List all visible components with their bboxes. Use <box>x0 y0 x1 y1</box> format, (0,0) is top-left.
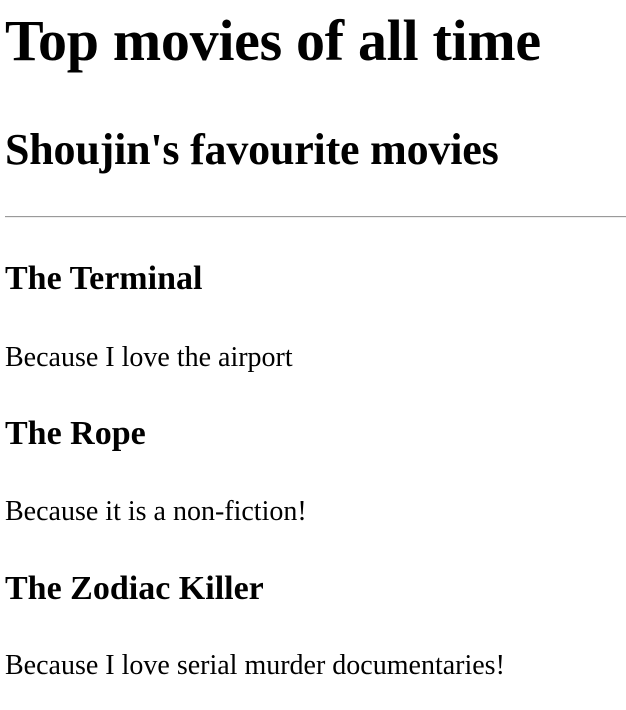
page-subtitle: Shoujin's favourite movies <box>5 125 499 174</box>
movie-reason: Because I love serial murder documentari… <box>5 650 505 681</box>
page-title: Top movies of all time <box>5 8 541 73</box>
movie-title: The Rope <box>5 415 146 452</box>
movie-title: The Zodiac Killer <box>5 570 264 607</box>
horizontal-rule <box>5 216 626 218</box>
page: Top movies of all time Shoujin's favouri… <box>0 0 626 710</box>
movie-reason: Because it is a non-fiction! <box>5 496 307 527</box>
movie-title: The Terminal <box>5 260 203 297</box>
movie-reason: Because I love the airport <box>5 342 293 373</box>
